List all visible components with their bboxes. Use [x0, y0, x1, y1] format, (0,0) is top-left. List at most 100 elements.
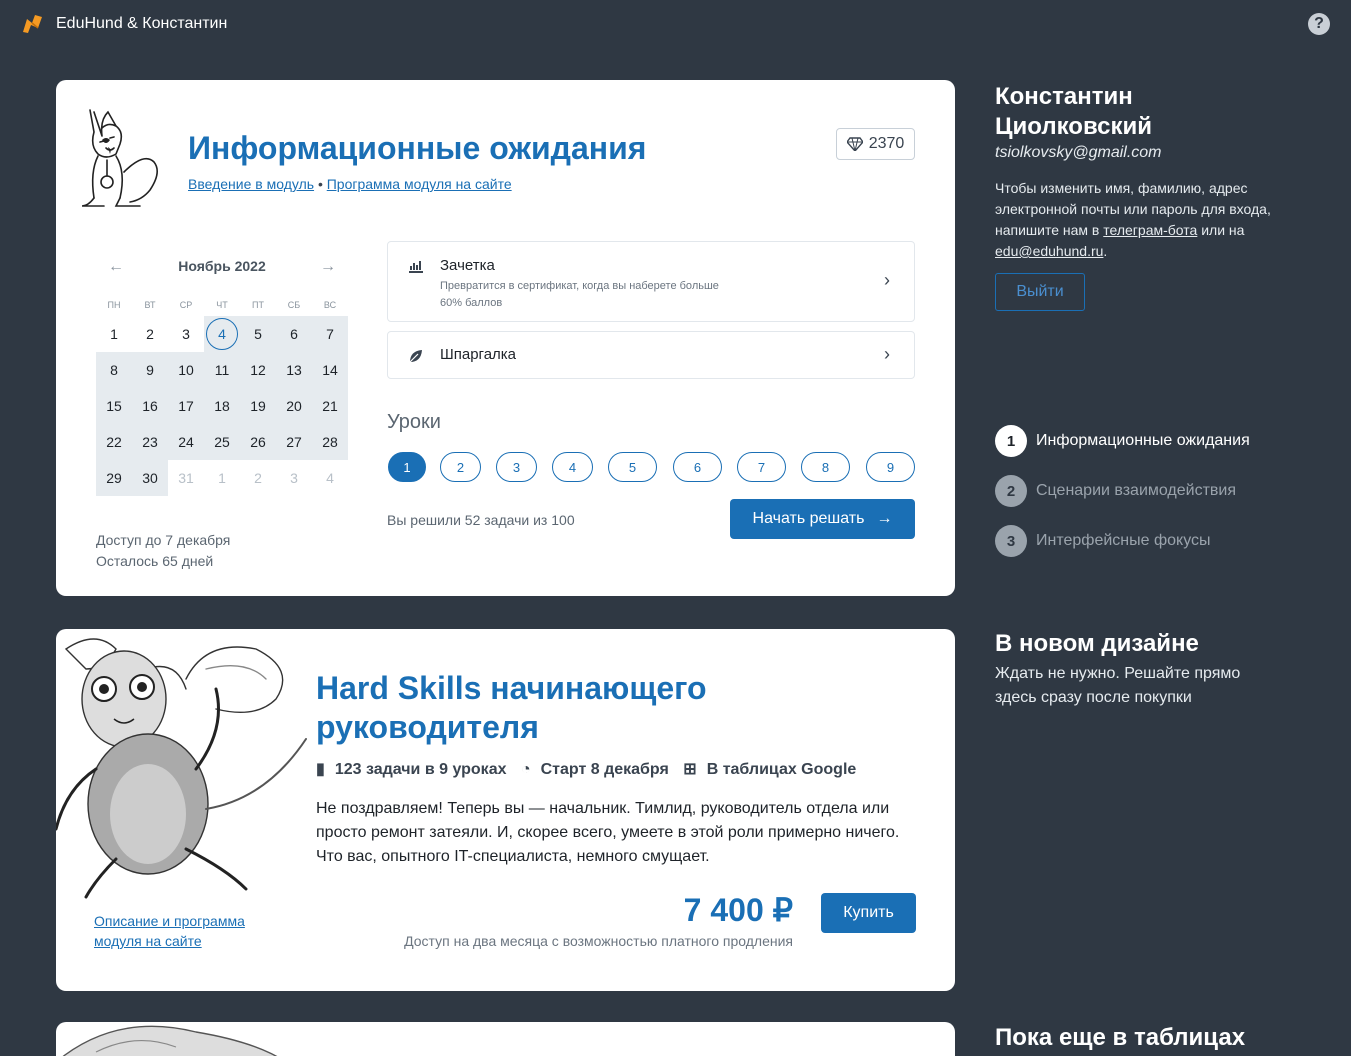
calendar-day: 1 — [218, 470, 226, 486]
arrow-right-icon: → — [876, 510, 893, 527]
arrow-right-icon[interactable]: → — [320, 258, 336, 276]
weekday: СБ — [287, 300, 301, 310]
module-item-2[interactable]: 2 Сценарии взаимодействия — [995, 475, 1250, 507]
calendar-day: 31 — [178, 470, 194, 486]
calendar-day: 9 — [132, 352, 168, 388]
start-solving-label: Начать решать — [752, 510, 865, 527]
price-note: Доступ на два месяца с возможностью плат… — [404, 933, 793, 949]
course-description: Не поздравляем! Теперь вы — начальник. Т… — [316, 800, 900, 865]
calendar-day: 3 — [290, 470, 298, 486]
calendar-day: 30 — [132, 460, 168, 496]
lesson-button-4[interactable]: 4 — [552, 452, 593, 482]
user-name: Константин Циолковский — [995, 83, 1152, 140]
module-number: 3 — [995, 525, 1027, 557]
tables-heading: Пока еще в таблицах — [995, 1024, 1246, 1051]
course-start: Старт 8 декабря — [540, 761, 669, 778]
lesson-button-9[interactable]: 9 — [866, 452, 915, 482]
gems-value: 2370 — [868, 135, 905, 152]
program-link[interactable]: Программа модуля на сайте — [327, 176, 512, 192]
next-course-illustration — [62, 1025, 278, 1056]
calendar-day: 29 — [96, 460, 132, 496]
calendar-day: 14 — [312, 352, 348, 388]
module-title: Сценарии взаимодействия — [1036, 482, 1237, 499]
calendar-day: 18 — [204, 388, 240, 424]
days-left: Осталось 65 дней — [96, 553, 214, 569]
module-title: Информационные ожидания — [188, 130, 647, 166]
course-title: Hard Skills начинающего руководителя — [316, 670, 707, 745]
calendar-month: Ноябрь 2022 — [178, 258, 266, 274]
calendar-day: 2 — [254, 470, 262, 486]
diamond-icon — [846, 137, 863, 151]
module-title: Интерфейсные фокусы — [1036, 532, 1211, 549]
solved-progress: Вы решили 52 задачи из 100 — [387, 512, 575, 528]
cheatsheet-row[interactable]: Шпаргалка › — [387, 331, 915, 379]
weekday: ВТ — [144, 300, 156, 310]
top-bar: EduHund & Константин ? — [0, 0, 1351, 50]
calendar-day: 7 — [312, 316, 348, 352]
calendar-day: 16 — [132, 388, 168, 424]
new-design-text: Ждать не нужно. Решайте прямо здесь сраз… — [995, 665, 1241, 706]
arrow-left-icon[interactable]: ← — [108, 258, 124, 276]
eduhund-logo-icon[interactable] — [20, 12, 44, 36]
today-number: 4 — [206, 318, 238, 350]
gradebook-subtitle: Превратится в сертификат, когда вы набер… — [440, 280, 719, 309]
current-module-card: Информационные ожидания Введение в модул… — [56, 80, 955, 596]
book-icon: ▮ — [316, 761, 325, 778]
lesson-button-3[interactable]: 3 — [496, 452, 537, 482]
calendar-day: 22 — [96, 424, 132, 460]
course-price: 7 400 ₽ — [683, 892, 793, 928]
calendar-day-today: 4 — [204, 316, 240, 352]
calendar-day: 8 — [96, 352, 132, 388]
lesson-button-5[interactable]: 5 — [608, 452, 657, 482]
calendar-day: 6 — [276, 316, 312, 352]
weekday: ВС — [323, 300, 337, 310]
lesson-button-7[interactable]: 7 — [737, 452, 786, 482]
help-icon[interactable]: ? — [1308, 13, 1330, 35]
calendar-day: 21 — [312, 388, 348, 424]
tasks-count: 123 задачи в 9 уроках — [334, 761, 507, 778]
course-format: В таблицах Google — [706, 761, 857, 778]
lesson-button-1[interactable]: 1 — [388, 452, 426, 482]
note-or: или на — [1201, 222, 1245, 238]
chevron-right-icon: › — [884, 344, 890, 364]
telegram-bot-link[interactable]: телеграм-бота — [1103, 222, 1197, 238]
lesson-button-6[interactable]: 6 — [673, 452, 722, 482]
calendar-day: 17 — [168, 388, 204, 424]
user-email: tsiolkovsky@gmail.com — [995, 144, 1162, 161]
app-title: EduHund & Константин — [56, 15, 228, 32]
calendar-header: ← Ноябрь 2022 → — [96, 258, 348, 280]
module-list: 1 Информационные ожидания 2 Сценарии вза… — [995, 425, 1250, 575]
chart-icon — [409, 261, 423, 273]
lesson-button-8[interactable]: 8 — [801, 452, 850, 482]
dog-mascot-illustration — [81, 109, 158, 207]
calendar-weekdays: ПН ВТ СР ЧТ ПТ СБ ВС — [96, 300, 348, 310]
calendar-day: 27 — [276, 424, 312, 460]
buy-button[interactable]: Купить — [821, 893, 916, 933]
module-item-3[interactable]: 3 Интерфейсные фокусы — [995, 525, 1250, 557]
calendar-day: 20 — [276, 388, 312, 424]
lessons-heading: Уроки — [387, 411, 441, 433]
module-number: 2 — [995, 475, 1027, 507]
note-end: . — [1103, 243, 1108, 259]
course-program-link[interactable]: Описание и программа модуля на сайте — [94, 911, 274, 951]
start-solving-button[interactable]: Начать решать → — [730, 499, 915, 539]
calendar-day: 11 — [204, 352, 240, 388]
calendar-day: 5 — [240, 316, 276, 352]
calendar-day: 15 — [96, 388, 132, 424]
gems-counter[interactable]: 2370 — [836, 128, 915, 160]
cheatsheet-title: Шпаргалка — [440, 346, 517, 363]
support-email-link[interactable]: edu@eduhund.ru — [995, 243, 1103, 259]
calendar-day: 26 — [240, 424, 276, 460]
intro-link[interactable]: Введение в модуль — [188, 176, 314, 192]
calendar-day: 25 — [204, 424, 240, 460]
lemur-illustration — [56, 638, 307, 899]
weekday: СР — [179, 300, 193, 310]
access-calendar: ← Ноябрь 2022 → ПН ВТ СР ЧТ ПТ СБ ВС 1 2… — [96, 258, 348, 496]
access-until: Доступ до 7 декабря — [96, 532, 231, 548]
module-item-1[interactable]: 1 Информационные ожидания — [995, 425, 1250, 457]
logout-button[interactable]: Выйти — [995, 273, 1085, 311]
lesson-button-2[interactable]: 2 — [440, 452, 481, 482]
links-separator: • — [317, 176, 323, 192]
gradebook-row[interactable]: Зачетка Превратится в сертификат, когда … — [387, 241, 915, 322]
account-note: Чтобы изменить имя, фамилию, адрес элект… — [995, 178, 1275, 262]
